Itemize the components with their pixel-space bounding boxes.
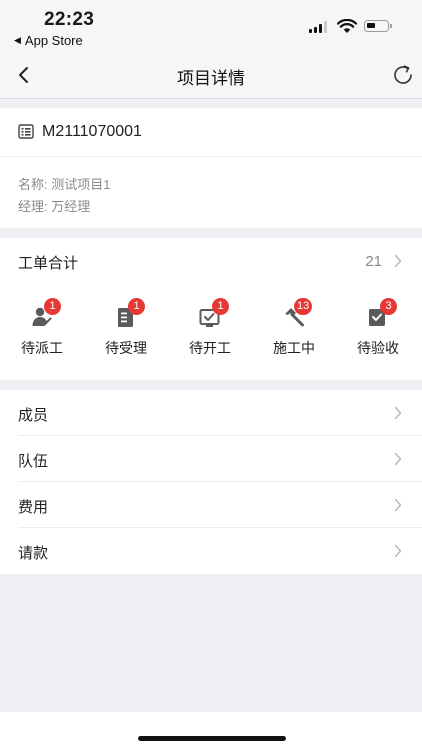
- back-triangle-icon: ◀: [14, 35, 21, 45]
- chevron-right-icon: [394, 254, 402, 268]
- project-manager-label: 经理:: [18, 199, 48, 214]
- project-card: M2111070001 名称: 测试项目1 经理: 万经理: [0, 108, 422, 228]
- status-badge: 1: [44, 298, 61, 315]
- status-badge: 3: [380, 298, 397, 315]
- status-bar: 22:23 ◀ App Store: [0, 0, 422, 52]
- battery-icon: [364, 20, 392, 32]
- work-orders-card: 工单合计 21 1 待派工 1 待受理 1 待开工 13 施工中 3 待验收: [0, 238, 422, 380]
- menu-item-label: 费用: [18, 499, 49, 516]
- status-pending-dispatch[interactable]: 1 待派工: [0, 298, 84, 366]
- menu-item-label: 请款: [18, 545, 49, 562]
- work-orders-title: 工单合计: [18, 255, 79, 272]
- back-app-label: App Store: [24, 33, 83, 48]
- project-manager-value: 万经理: [51, 199, 91, 214]
- home-indicator[interactable]: [138, 736, 286, 741]
- back-to-app-store[interactable]: ◀ App Store: [14, 33, 83, 48]
- work-orders-total-row[interactable]: 工单合计 21: [0, 238, 422, 284]
- project-name-value: 测试项目1: [51, 177, 111, 192]
- chevron-right-icon: [394, 498, 402, 512]
- status-badge: 13: [294, 298, 313, 315]
- status-pending-inspection[interactable]: 3 待验收: [336, 298, 420, 366]
- menu-list: 成员 队伍 费用 请款: [0, 390, 422, 574]
- status-badge: 1: [128, 298, 145, 315]
- refresh-icon[interactable]: [391, 63, 415, 87]
- status-pending-accept[interactable]: 1 待受理: [84, 298, 168, 366]
- status-label: 待受理: [105, 340, 147, 356]
- menu-item-payment-request[interactable]: 请款: [0, 528, 422, 574]
- menu-item-members[interactable]: 成员: [0, 390, 422, 436]
- list-document-icon: [18, 124, 34, 139]
- cellular-signal-icon: [309, 21, 327, 33]
- status-label: 待派工: [21, 340, 63, 356]
- page-title: 项目详情: [177, 69, 245, 88]
- navigation-bar: 项目详情: [0, 52, 422, 99]
- work-orders-count: 21: [365, 253, 382, 270]
- project-name-label: 名称:: [18, 177, 48, 192]
- chevron-right-icon: [394, 452, 402, 466]
- menu-item-teams[interactable]: 队伍: [0, 436, 422, 482]
- wifi-icon: [337, 19, 357, 33]
- chevron-right-icon: [394, 544, 402, 558]
- menu-item-label: 成员: [18, 407, 49, 424]
- project-header: M2111070001: [0, 108, 422, 157]
- status-badge: 1: [212, 298, 229, 315]
- menu-item-expenses[interactable]: 费用: [0, 482, 422, 528]
- status-pending-start[interactable]: 1 待开工: [168, 298, 252, 366]
- project-manager-row: 经理: 万经理: [18, 196, 90, 215]
- project-name-row: 名称: 测试项目1: [18, 174, 110, 193]
- status-in-construction[interactable]: 13 施工中: [252, 298, 336, 366]
- home-indicator-area: [0, 712, 422, 750]
- project-code: M2111070001: [42, 123, 142, 140]
- chevron-right-icon: [394, 406, 402, 420]
- status-label: 待开工: [189, 340, 231, 356]
- status-label: 待验收: [357, 340, 399, 356]
- status-time: 22:23: [44, 9, 95, 30]
- menu-item-label: 队伍: [18, 453, 49, 470]
- status-label: 施工中: [273, 340, 315, 356]
